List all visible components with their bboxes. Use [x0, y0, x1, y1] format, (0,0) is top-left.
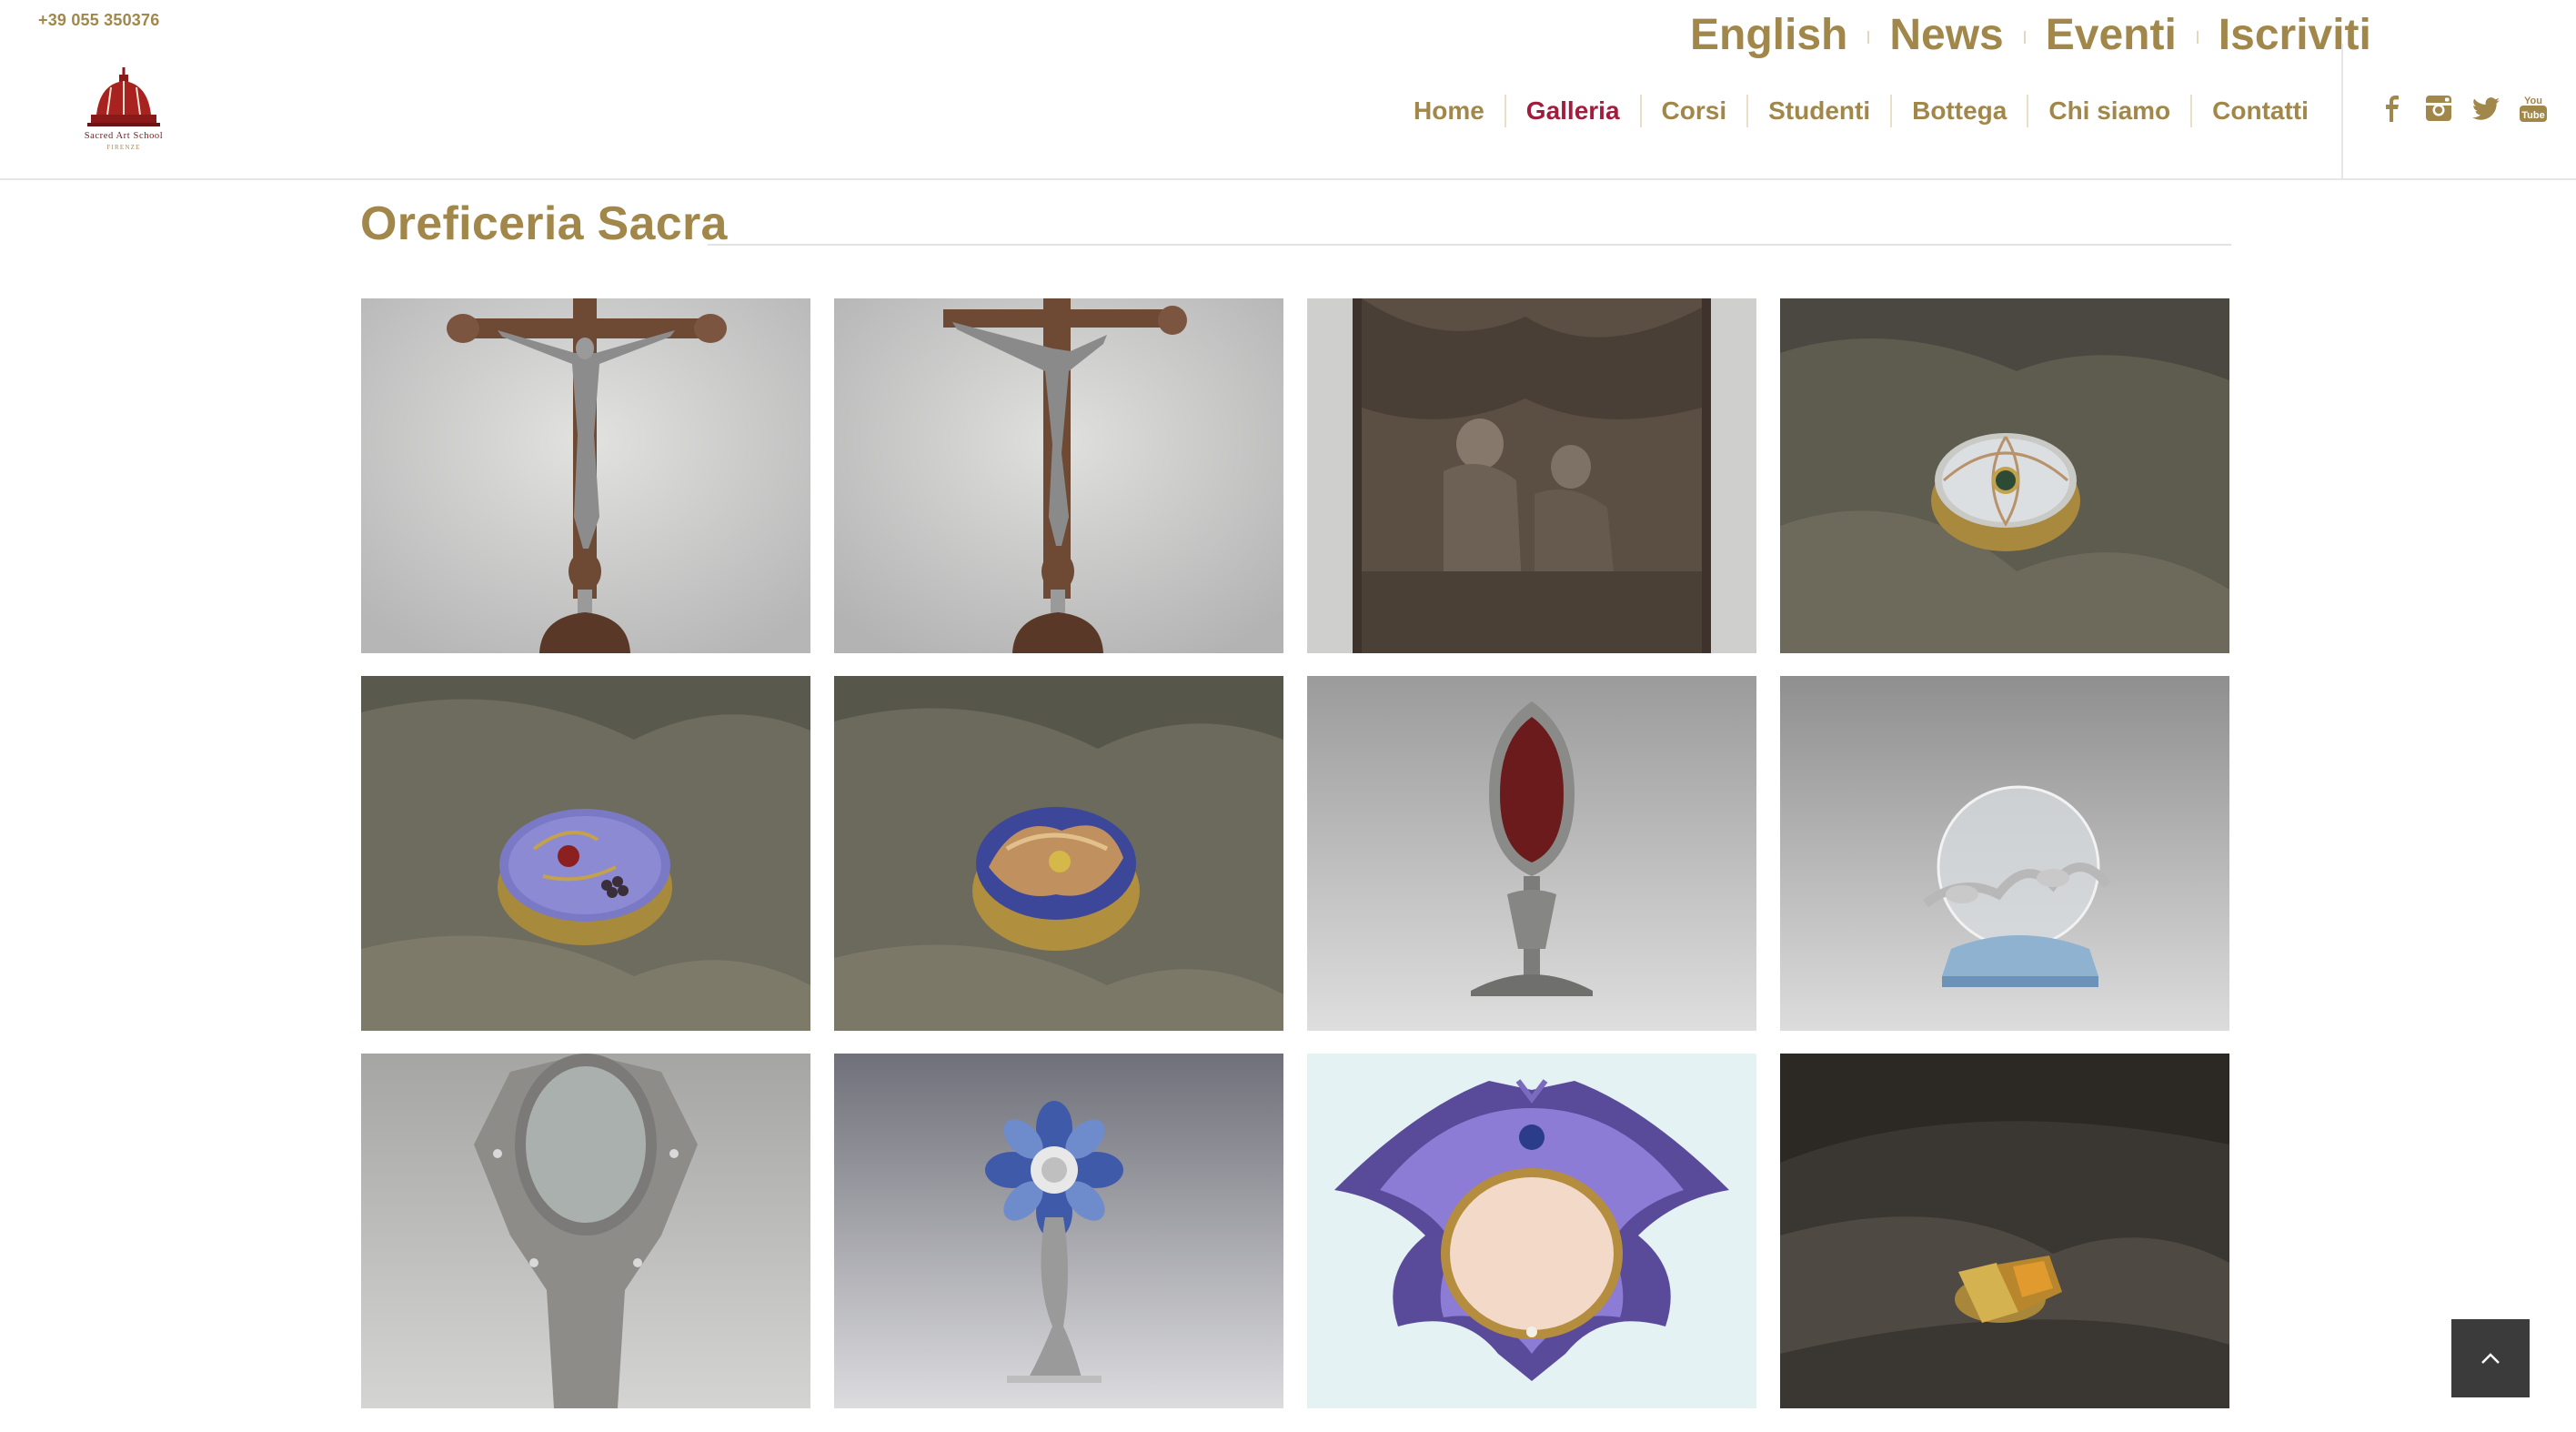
- image-gallery: [361, 298, 2231, 1408]
- pearl-pyx-photo: [1780, 298, 2229, 653]
- gallery-item[interactable]: [361, 1054, 810, 1408]
- chevron-up-icon: [2481, 1353, 2500, 1364]
- top-links: English News Eventi Iscriviti: [1690, 7, 2371, 62]
- nav-item-chi-siamo[interactable]: Chi siamo: [2027, 95, 2190, 127]
- social-links: You Tube: [2376, 93, 2549, 124]
- silver-crucifix-side-photo: [834, 298, 1283, 653]
- divider: [2341, 44, 2343, 180]
- nav-item-home[interactable]: Home: [1394, 95, 1504, 127]
- gallery-item[interactable]: [1780, 676, 2229, 1031]
- back-to-top-button[interactable]: [2451, 1319, 2530, 1397]
- instagram-icon[interactable]: [2423, 93, 2454, 124]
- main-nav: Home Galleria Corsi Studenti Bottega Chi…: [1394, 91, 2329, 131]
- gallery-item[interactable]: [1307, 676, 1756, 1031]
- svg-text:Tube: Tube: [2521, 110, 2544, 121]
- twitter-icon[interactable]: [2470, 93, 2501, 124]
- gallery-item[interactable]: [1307, 1054, 1756, 1408]
- phone-number[interactable]: +39 055 350376: [38, 11, 159, 30]
- logo-subtitle: FIRENZE: [106, 144, 141, 151]
- top-link-news[interactable]: News: [1889, 10, 2003, 60]
- blue-flower-monstrance-photo: [834, 1054, 1283, 1408]
- nav-item-studenti[interactable]: Studenti: [1746, 95, 1890, 127]
- separator: [2196, 31, 2199, 44]
- top-link-eventi[interactable]: Eventi: [2046, 10, 2177, 60]
- top-link-iscriviti[interactable]: Iscriviti: [2219, 10, 2371, 60]
- gallery-item[interactable]: [834, 298, 1283, 653]
- youtube-icon[interactable]: You Tube: [2518, 93, 2549, 124]
- enamel-flame-pyx-photo: [834, 676, 1283, 1031]
- site-header: +39 055 350376 Sacred Art School FIRENZE…: [0, 0, 2576, 180]
- dome-logo-icon: [87, 67, 160, 126]
- page-title: Oreficeria Sacra: [360, 197, 728, 250]
- nav-item-contatti[interactable]: Contatti: [2190, 95, 2329, 127]
- gallery-item[interactable]: [1780, 298, 2229, 653]
- silver-crucifix-photo: [361, 298, 810, 653]
- gallery-item[interactable]: [834, 676, 1283, 1031]
- separator: [1867, 31, 1870, 44]
- gold-topaz-ring-photo: [1780, 1054, 2229, 1408]
- gallery-item[interactable]: [361, 676, 810, 1031]
- site-logo[interactable]: Sacred Art School FIRENZE: [62, 67, 186, 155]
- svg-text:You: You: [2524, 96, 2542, 106]
- logo-title: Sacred Art School: [84, 131, 164, 141]
- red-relic-monstrance-photo: [1307, 676, 1756, 1031]
- winged-enamel-frame-photo: [1307, 1054, 1756, 1408]
- nav-item-galleria[interactable]: Galleria: [1504, 95, 1640, 127]
- title-divider: [708, 244, 2231, 246]
- separator: [2023, 31, 2026, 44]
- embossed-silver-relief-photo: [1307, 298, 1756, 653]
- nav-item-bottega[interactable]: Bottega: [1890, 95, 2027, 127]
- crystal-sphere-reliquary-photo: [1780, 676, 2229, 1031]
- gallery-item[interactable]: [1780, 1054, 2229, 1408]
- silver-mirror-reliquary-photo: [361, 1054, 810, 1408]
- top-link-english[interactable]: English: [1690, 10, 1847, 60]
- gallery-item[interactable]: [1307, 298, 1756, 653]
- nav-item-corsi[interactable]: Corsi: [1639, 95, 1747, 127]
- facebook-icon[interactable]: [2376, 93, 2407, 124]
- gallery-item[interactable]: [834, 1054, 1283, 1408]
- gallery-item[interactable]: [361, 298, 810, 653]
- enamel-grapes-pyx-photo: [361, 676, 810, 1031]
